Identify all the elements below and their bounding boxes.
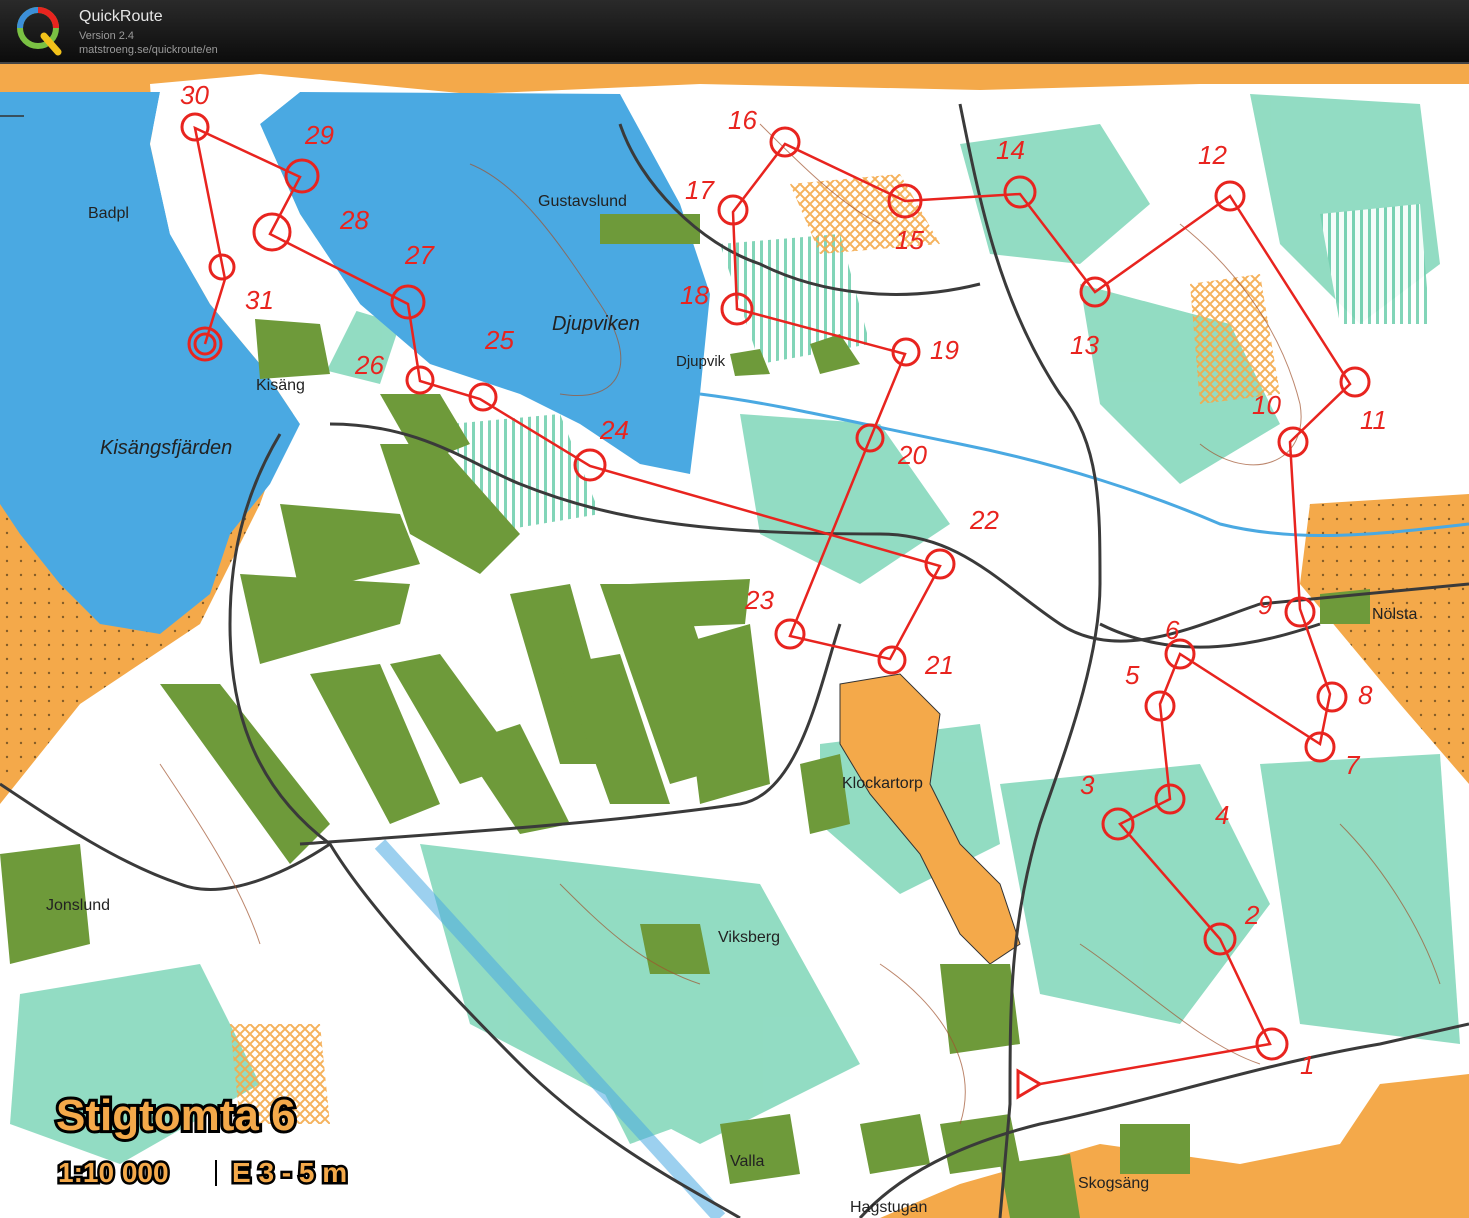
place-name: Kisängsfjärden — [100, 437, 232, 459]
control-number: 31 — [245, 285, 274, 315]
map-canvas: 1 2 3 4 5 6 7 8 9 10 11 12 13 14 15 16 1… — [0, 64, 1469, 1218]
app-name: QuickRoute — [79, 8, 163, 25]
control-number: 24 — [599, 415, 629, 445]
control-number: 29 — [304, 120, 334, 150]
place-name: Skogsäng — [1078, 1175, 1149, 1192]
control-number: 14 — [996, 135, 1025, 165]
place-name: Jonslund — [46, 897, 110, 914]
control-number: 15 — [895, 225, 924, 255]
control-number: 30 — [180, 80, 209, 110]
control-number: 5 — [1125, 660, 1140, 690]
app-url[interactable]: matstroeng.se/quickroute/en — [79, 44, 218, 56]
place-name: Djupvik — [676, 353, 726, 370]
control-number: 21 — [924, 650, 954, 680]
control-number: 9 — [1258, 590, 1272, 620]
orienteering-map[interactable]: 1 2 3 4 5 6 7 8 9 10 11 12 13 14 15 16 1… — [0, 64, 1469, 1218]
control-number: 12 — [1198, 140, 1227, 170]
control-number: 11 — [1360, 405, 1387, 435]
control-number: 4 — [1215, 800, 1229, 830]
control-number: 8 — [1358, 680, 1373, 710]
control-number: 3 — [1080, 770, 1095, 800]
control-number: 19 — [930, 335, 959, 365]
place-name: Nölsta — [1372, 606, 1417, 623]
control-number: 25 — [484, 325, 514, 355]
quickroute-logo-icon — [17, 7, 62, 56]
control-number: 17 — [685, 175, 715, 205]
place-name: Kisäng — [256, 377, 305, 394]
map-contour-interval: E 3 - 5 m — [232, 1157, 347, 1188]
control-number: 13 — [1070, 330, 1099, 360]
place-name: Valla — [730, 1153, 764, 1170]
control-number: 18 — [680, 280, 709, 310]
control-number: 2 — [1244, 900, 1260, 930]
place-name: Viksberg — [718, 929, 780, 946]
control-number: 6 — [1165, 615, 1180, 645]
control-number: 20 — [897, 440, 927, 470]
control-number: 27 — [404, 240, 435, 270]
place-name: Gustavslund — [538, 193, 627, 210]
control-number: 10 — [1252, 390, 1281, 420]
control-number: 16 — [728, 105, 757, 135]
map-title: Stigtomta 6 — [56, 1091, 296, 1140]
app-version: Version 2.4 — [79, 30, 135, 42]
map-scale: 1:10 000 — [58, 1157, 169, 1188]
control-number: 26 — [354, 350, 384, 380]
control-number: 1 — [1300, 1050, 1314, 1080]
title-bar: QuickRoute Version 2.4 matstroeng.se/qui… — [0, 0, 1469, 64]
control-number: 23 — [744, 585, 774, 615]
control-number: 22 — [969, 505, 999, 535]
control-number: 7 — [1345, 750, 1361, 780]
place-name: Badpl — [88, 205, 129, 222]
control-number: 28 — [339, 205, 369, 235]
place-name: Hagstugan — [850, 1199, 927, 1216]
place-name: Djupviken — [552, 313, 640, 335]
place-name: Klockartorp — [842, 775, 923, 792]
